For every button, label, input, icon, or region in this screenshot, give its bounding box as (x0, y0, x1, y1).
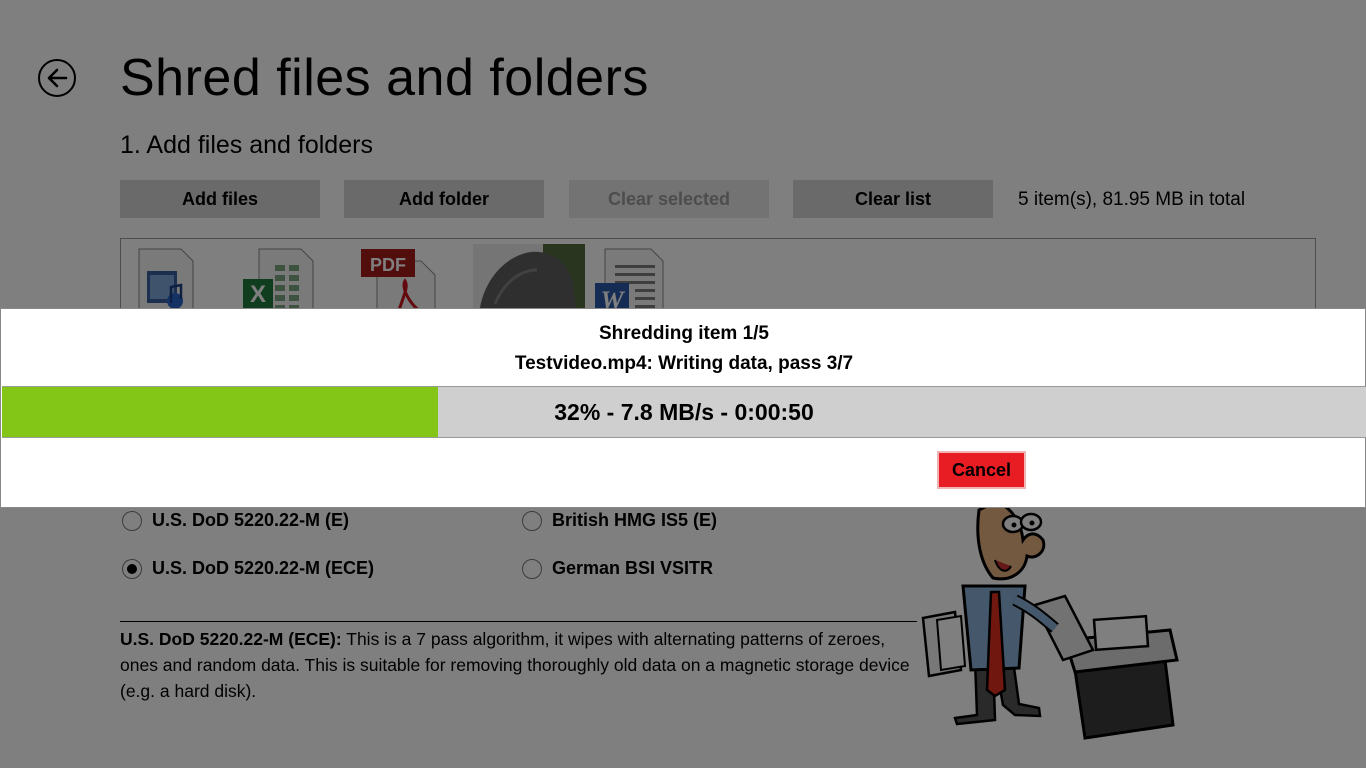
cancel-button[interactable]: Cancel (937, 451, 1026, 489)
shredding-detail: Testvideo.mp4: Writing data, pass 3/7 (514, 353, 854, 374)
shredding-status: Shredding item 1/5 (599, 323, 769, 344)
progress-bar: 32% - 7.8 MB/s - 0:00:50 (2, 386, 1366, 438)
shredding-progress-dialog: Shredding item 1/5 Testvideo.mp4: Writin… (0, 308, 1366, 508)
progress-text: 32% - 7.8 MB/s - 0:00:50 (554, 398, 814, 425)
